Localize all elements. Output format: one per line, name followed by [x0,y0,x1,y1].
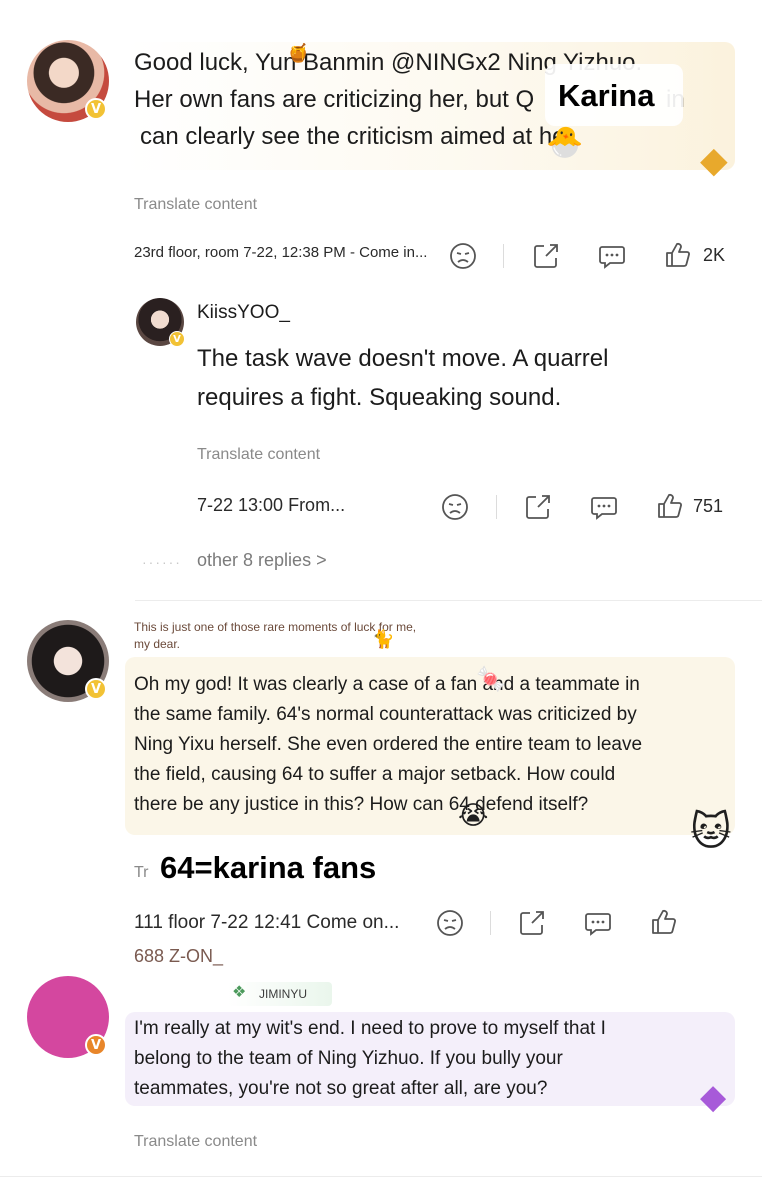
reply-meta: 7-22 13:00 From... [197,495,346,515]
comment-text-line: belong to the team of Ning Yizhuo. If yo… [134,1048,563,1069]
replies-dots: ······ [142,554,182,570]
emoji-sticker-icon: 😭 [458,800,489,830]
comment-text-line: teammates, you're not so great after all… [134,1078,548,1099]
verified-badge-icon: V [85,678,107,700]
translate-link[interactable]: Tr [134,864,149,882]
emoji-sticker-icon: 🍬 [476,666,506,693]
user-avatar[interactable]: V [27,620,109,702]
user-avatar[interactable]: V [27,40,109,122]
dislike-icon[interactable] [440,492,470,522]
share-icon[interactable] [517,908,547,938]
cat-sticker-icon: 🐱 [690,810,732,854]
divider [503,244,504,268]
verified-badge-icon: V [85,1034,107,1056]
share-icon[interactable] [531,241,561,271]
comment-text-line: the same family. 64's normal counteratta… [134,704,637,725]
leaf-tag-icon: ❖ [232,984,247,1001]
more-replies-link[interactable]: other 8 replies > [197,550,327,571]
like-icon[interactable] [663,240,693,270]
share-icon[interactable] [523,492,553,522]
reply-text-line: The task wave doesn't move. A quarrel [197,345,609,372]
like-count: 751 [693,496,724,516]
user-avatar[interactable]: V [27,976,109,1058]
like-count: 2K [703,245,726,265]
comment-text-line: Oh my god! It was clearly a case of a fa… [134,674,640,695]
reply-username[interactable]: KiissYOO_ [197,298,290,328]
comment-text-line: the field, causing 64 to suffer a major … [134,764,616,785]
emoji-sticker-icon: 🍯 [287,43,310,63]
dislike-icon[interactable] [435,908,465,938]
user-tag-label: JIMINYU [259,987,307,1001]
overlay-label: Karina [558,78,655,113]
divider [490,911,491,935]
comment-text-line: I'm really at my wit's end. I need to pr… [134,1018,606,1039]
comment-icon[interactable] [597,241,627,271]
comment-divider [135,600,762,601]
crown-medal-icon: ◆ [700,139,728,180]
comment-meta: 111 floor 7-22 12:41 Come on... [134,912,400,933]
translate-link[interactable]: Translate content [197,446,320,464]
comment-text-line: there be any justice in this? How can 64… [134,794,589,815]
dislike-icon[interactable] [448,241,478,271]
like-icon[interactable] [649,907,679,937]
verified-badge-icon: V [85,98,107,120]
bottom-divider [0,1176,762,1177]
translate-link[interactable]: Translate content [134,1133,257,1151]
reply-avatar[interactable]: V [136,298,185,347]
diamond-medal-icon: ◆ [700,1078,727,1116]
like-icon[interactable] [655,491,685,521]
cat-sticker-icon: 🐈 [372,629,395,649]
comment-text-line: can clearly see the criticism aimed at h… [140,123,579,150]
comment-text-line: Ning Yixu herself. She even ordered the … [134,734,643,755]
overlay-label: 64=karina fans [160,850,377,885]
reply-text-line: requires a fight. Squeaking sound. [197,384,562,411]
emoji-sticker-icon: 🐣 [546,126,584,159]
divider [496,495,497,519]
comment-text-line: Her own fans are criticizing her, but Q [134,86,535,113]
next-username[interactable]: 688 Z-ON_ [134,946,223,967]
comment-meta: 23rd floor, room 7-22, 12:38 PM - Come i… [134,244,428,261]
translate-link[interactable]: Translate content [134,196,257,214]
comment-caption: my dear. [134,637,181,651]
verified-badge-icon: V [169,331,185,347]
comment-icon[interactable] [589,492,619,522]
comment-icon[interactable] [583,908,613,938]
